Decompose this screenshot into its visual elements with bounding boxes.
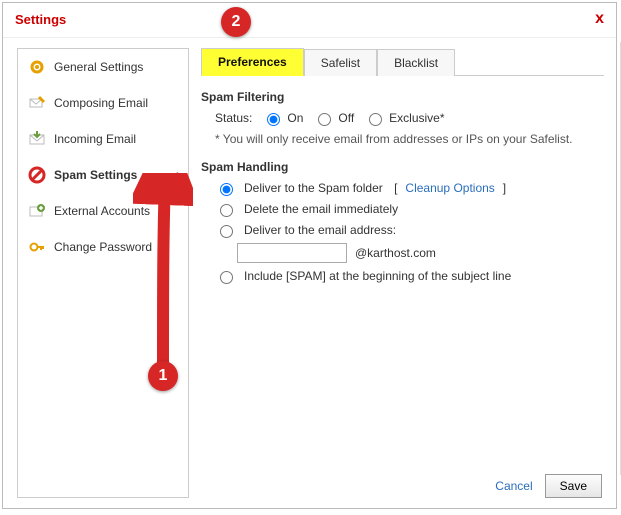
annotation-2: 2 <box>221 7 251 37</box>
tab-label: Preferences <box>218 55 287 69</box>
option-label: Exclusive* <box>389 111 444 125</box>
sidebar-item-composing[interactable]: Composing Email <box>18 85 188 121</box>
main-panel: Preferences Safelist Blacklist Spam Filt… <box>189 38 616 508</box>
dialog-title: Settings <box>15 12 66 27</box>
exclusive-note: * You will only receive email from addre… <box>215 132 604 146</box>
sidebar-item-label: Incoming Email <box>54 132 136 146</box>
option-label: Include [SPAM] at the beginning of the s… <box>244 269 511 283</box>
tab-blacklist[interactable]: Blacklist <box>377 49 455 76</box>
sidebar-item-incoming[interactable]: Incoming Email <box>18 121 188 157</box>
sidebar-item-label: Change Password <box>54 240 152 254</box>
spam-filtering-section: Spam Filtering Status: On Off Exclusive*… <box>201 90 604 146</box>
option-label: Off <box>338 111 354 125</box>
handling-delete[interactable]: Delete the email immediately <box>215 201 604 217</box>
status-exclusive-option[interactable]: Exclusive* <box>364 110 444 126</box>
address-suffix: @karthost.com <box>355 246 436 260</box>
status-on-option[interactable]: On <box>262 110 303 126</box>
sidebar-item-label: External Accounts <box>54 204 150 218</box>
deliver-address-radio[interactable] <box>220 225 233 238</box>
handling-include-tag[interactable]: Include [SPAM] at the beginning of the s… <box>215 268 604 284</box>
cleanup-options-link[interactable]: Cleanup Options <box>405 181 494 195</box>
tab-label: Blacklist <box>394 56 438 70</box>
handling-deliver-address[interactable]: Deliver to the email address: <box>215 222 604 238</box>
status-row: Status: On Off Exclusive* <box>215 110 604 126</box>
close-icon[interactable]: x <box>595 11 604 27</box>
sidebar-item-spam[interactable]: Spam Settings ▸ <box>18 157 188 193</box>
settings-sidebar: General Settings Composing Email Incomin… <box>17 48 189 498</box>
spam-handling-section: Spam Handling Deliver to the Spam folder… <box>201 160 604 289</box>
status-exclusive-radio[interactable] <box>369 113 382 126</box>
save-button[interactable]: Save <box>545 474 602 498</box>
sidebar-item-external[interactable]: External Accounts <box>18 193 188 229</box>
deliver-spam-radio[interactable] <box>220 183 233 196</box>
option-label: On <box>287 111 303 125</box>
handling-deliver-spam[interactable]: Deliver to the Spam folder [Cleanup Opti… <box>215 180 604 196</box>
status-off-radio[interactable] <box>318 113 331 126</box>
cancel-button[interactable]: Cancel <box>495 479 532 493</box>
status-on-radio[interactable] <box>267 113 280 126</box>
include-tag-radio[interactable] <box>220 271 233 284</box>
forward-address-input[interactable] <box>237 243 347 263</box>
dialog-footer: Cancel Save <box>495 474 602 498</box>
sidebar-item-label: Composing Email <box>54 96 148 110</box>
titlebar: Settings x <box>3 3 616 38</box>
sidebar-item-label: General Settings <box>54 60 143 74</box>
status-off-option[interactable]: Off <box>313 110 354 126</box>
external-accounts-icon <box>28 202 46 220</box>
gear-icon <box>28 58 46 76</box>
sidebar-item-general[interactable]: General Settings <box>18 49 188 85</box>
key-icon <box>28 238 46 256</box>
option-label: Deliver to the Spam folder <box>244 181 383 195</box>
section-heading: Spam Handling <box>201 160 604 174</box>
incoming-icon <box>28 130 46 148</box>
spam-icon <box>28 166 46 184</box>
chevron-right-icon: ▸ <box>177 170 182 181</box>
section-heading: Spam Filtering <box>201 90 604 104</box>
tab-label: Safelist <box>321 56 360 70</box>
status-label: Status: <box>215 111 252 125</box>
tab-bar: Preferences Safelist Blacklist <box>201 48 604 76</box>
annotation-1: 1 <box>148 361 178 391</box>
compose-icon <box>28 94 46 112</box>
option-label: Deliver to the email address: <box>244 223 396 237</box>
sidebar-item-password[interactable]: Change Password <box>18 229 188 265</box>
sidebar-item-label: Spam Settings <box>54 168 137 182</box>
delete-radio[interactable] <box>220 204 233 217</box>
dialog-body: General Settings Composing Email Incomin… <box>3 38 616 508</box>
tab-preferences[interactable]: Preferences <box>201 48 304 76</box>
option-label: Delete the email immediately <box>244 202 398 216</box>
deliver-address-row: @karthost.com <box>215 243 604 263</box>
tab-safelist[interactable]: Safelist <box>304 49 377 76</box>
settings-dialog: Settings x General Settings Composing Em… <box>2 2 617 509</box>
